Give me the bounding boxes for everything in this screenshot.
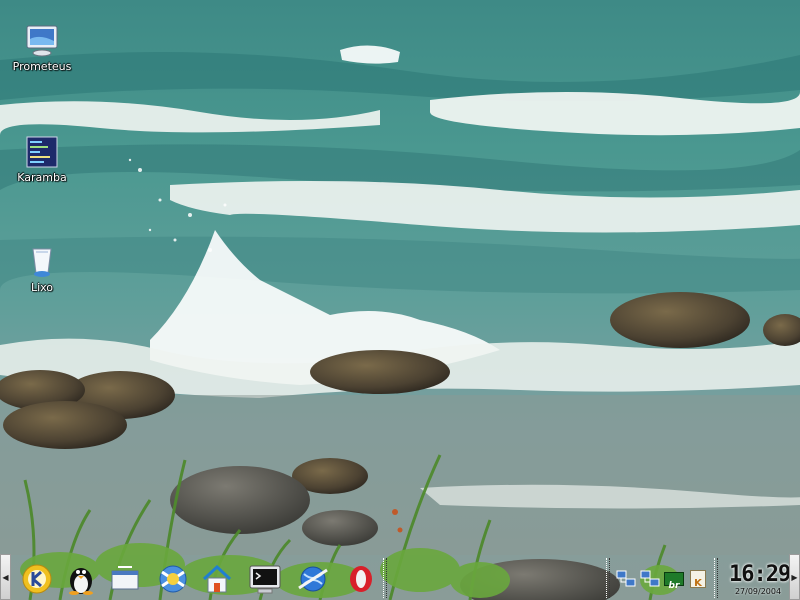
terminal-icon	[249, 565, 281, 594]
wallpaper-seascape	[0, 0, 800, 600]
panel-hide-right-button[interactable]: ▶	[789, 554, 800, 600]
desktop-icon-label: Lixo	[30, 281, 54, 294]
window-list-icon	[111, 566, 139, 590]
browser-icon	[298, 566, 328, 592]
kde-menu-icon	[22, 564, 52, 594]
panel-separator	[383, 558, 387, 598]
karamba-icon	[25, 135, 59, 169]
desktop-icon-label: Karamba	[17, 171, 67, 184]
launcher-tux[interactable]	[64, 562, 98, 596]
tray-klipper[interactable]: K	[690, 570, 706, 589]
launcher-browser[interactable]	[296, 562, 330, 596]
launcher-kde-menu[interactable]	[20, 562, 54, 596]
monitor-icon	[25, 24, 59, 58]
desktop-icon-lixo[interactable]: Lixo	[4, 245, 80, 294]
keyboard-layout-label: br	[668, 581, 680, 591]
tray-network-2[interactable]	[640, 570, 660, 588]
tux-icon	[69, 568, 93, 595]
panel-separator	[606, 558, 610, 598]
home-icon	[202, 564, 232, 593]
panel-hide-left-button[interactable]: ◀	[0, 554, 11, 600]
tray-network-1[interactable]	[616, 570, 636, 588]
help-lifebuoy-icon	[159, 565, 187, 593]
desktop-icon-karamba[interactable]: Karamba	[4, 135, 80, 184]
launcher-opera[interactable]	[344, 562, 378, 596]
klipper-icon: K	[694, 578, 702, 589]
panel-clock[interactable]: 16:29 27/09/2004	[729, 554, 791, 600]
network-icon	[616, 570, 636, 587]
desktop-icon-prometeus[interactable]: Prometeus	[4, 24, 80, 73]
launcher-home[interactable]	[200, 562, 234, 596]
kde-panel: ◀ br K 16:29 27/09/2004 ▶	[0, 554, 800, 600]
desktop-icon-label: Prometeus	[12, 60, 72, 73]
launcher-terminal[interactable]	[248, 562, 282, 596]
launcher-help[interactable]	[156, 562, 190, 596]
network-icon	[640, 570, 660, 587]
opera-icon	[350, 566, 372, 592]
launcher-window-list[interactable]	[108, 562, 142, 596]
clock-time: 16:29	[729, 562, 791, 587]
trash-icon	[25, 245, 59, 279]
panel-separator	[714, 558, 718, 598]
tray-keyboard-layout[interactable]: br	[664, 572, 684, 591]
clock-date: 27/09/2004	[734, 587, 782, 596]
